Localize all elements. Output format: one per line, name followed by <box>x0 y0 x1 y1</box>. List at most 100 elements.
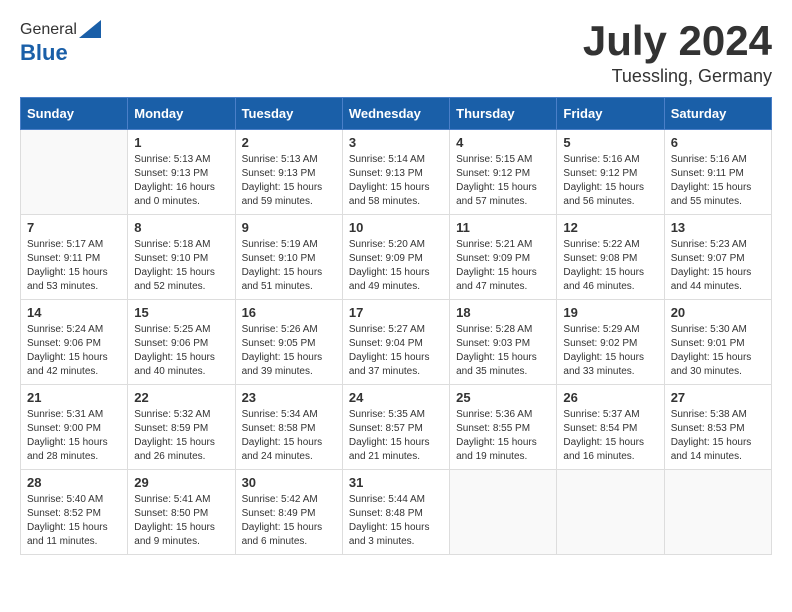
calendar-cell: 16 Sunrise: 5:26 AM Sunset: 9:05 PM Dayli… <box>235 300 342 385</box>
day-number: 30 <box>242 475 336 490</box>
calendar-cell <box>557 470 664 555</box>
calendar-cell: 6 Sunrise: 5:16 AM Sunset: 9:11 PM Daylig… <box>664 130 771 215</box>
day-number: 2 <box>242 135 336 150</box>
day-number: 4 <box>456 135 550 150</box>
logo: General Blue <box>20 20 101 66</box>
day-number: 29 <box>134 475 228 490</box>
day-info: Sunrise: 5:42 AM Sunset: 8:49 PM Dayligh… <box>242 493 336 549</box>
calendar-cell: 7 Sunrise: 5:17 AM Sunset: 9:11 PM Daylig… <box>21 215 128 300</box>
calendar-header-row: Sunday Monday Tuesday Wednesday Thursday… <box>21 98 772 130</box>
calendar-cell: 31 Sunrise: 5:44 AM Sunset: 8:48 PM Dayli… <box>342 470 449 555</box>
col-thursday: Thursday <box>450 98 557 130</box>
header: General Blue July 2024 Tuessling, German… <box>20 20 772 87</box>
day-number: 7 <box>27 220 121 235</box>
day-info: Sunrise: 5:14 AM Sunset: 9:13 PM Dayligh… <box>349 153 443 209</box>
day-info: Sunrise: 5:35 AM Sunset: 8:57 PM Dayligh… <box>349 408 443 464</box>
calendar-cell: 27 Sunrise: 5:38 AM Sunset: 8:53 PM Dayli… <box>664 385 771 470</box>
day-info: Sunrise: 5:19 AM Sunset: 9:10 PM Dayligh… <box>242 238 336 294</box>
day-info: Sunrise: 5:24 AM Sunset: 9:06 PM Dayligh… <box>27 323 121 379</box>
day-number: 12 <box>563 220 657 235</box>
day-info: Sunrise: 5:16 AM Sunset: 9:11 PM Dayligh… <box>671 153 765 209</box>
day-info: Sunrise: 5:16 AM Sunset: 9:12 PM Dayligh… <box>563 153 657 209</box>
day-number: 11 <box>456 220 550 235</box>
calendar-cell: 17 Sunrise: 5:27 AM Sunset: 9:04 PM Dayli… <box>342 300 449 385</box>
calendar-cell: 15Sunrise: 5:25 AM Sunset: 9:06 PM Dayli… <box>128 300 235 385</box>
day-number: 8 <box>134 220 228 235</box>
day-number: 14 <box>27 305 121 320</box>
calendar-cell: 24 Sunrise: 5:35 AM Sunset: 8:57 PM Dayli… <box>342 385 449 470</box>
calendar-cell: 1 Sunrise: 5:13 AM Sunset: 9:13 PM Daylig… <box>128 130 235 215</box>
day-number: 24 <box>349 390 443 405</box>
day-info: Sunrise: 5:38 AM Sunset: 8:53 PM Dayligh… <box>671 408 765 464</box>
day-info: Sunrise: 5:22 AM Sunset: 9:08 PM Dayligh… <box>563 238 657 294</box>
day-info: Sunrise: 5:41 AM Sunset: 8:50 PM Dayligh… <box>134 493 228 549</box>
logo-general-text: General <box>20 21 77 39</box>
month-year: July 2024 <box>583 20 772 62</box>
calendar-cell <box>21 130 128 215</box>
week-row-4: 28 Sunrise: 5:40 AM Sunset: 8:52 PM Dayli… <box>21 470 772 555</box>
col-saturday: Saturday <box>664 98 771 130</box>
day-number: 28 <box>27 475 121 490</box>
day-number: 17 <box>349 305 443 320</box>
calendar-cell <box>450 470 557 555</box>
day-number: 9 <box>242 220 336 235</box>
calendar-cell: 9 Sunrise: 5:19 AM Sunset: 9:10 PM Daylig… <box>235 215 342 300</box>
day-info: Sunrise: 5:40 AM Sunset: 8:52 PM Dayligh… <box>27 493 121 549</box>
day-info: Sunrise: 5:44 AM Sunset: 8:48 PM Dayligh… <box>349 493 443 549</box>
calendar-cell: 23 Sunrise: 5:34 AM Sunset: 8:58 PM Dayli… <box>235 385 342 470</box>
day-info: Sunrise: 5:29 AM Sunset: 9:02 PM Dayligh… <box>563 323 657 379</box>
calendar-cell: 18Sunrise: 5:28 AM Sunset: 9:03 PM Dayli… <box>450 300 557 385</box>
day-number: 19 <box>563 305 657 320</box>
title-section: July 2024 Tuessling, Germany <box>583 20 772 87</box>
day-info: Sunrise: 5:36 AM Sunset: 8:55 PM Dayligh… <box>456 408 550 464</box>
day-number: 6 <box>671 135 765 150</box>
week-row-2: 14 Sunrise: 5:24 AM Sunset: 9:06 PM Dayli… <box>21 300 772 385</box>
calendar-cell: 3 Sunrise: 5:14 AM Sunset: 9:13 PM Daylig… <box>342 130 449 215</box>
day-number: 25 <box>456 390 550 405</box>
week-row-1: 7 Sunrise: 5:17 AM Sunset: 9:11 PM Daylig… <box>21 215 772 300</box>
day-number: 16 <box>242 305 336 320</box>
logo-icon <box>79 20 101 40</box>
day-info: Sunrise: 5:15 AM Sunset: 9:12 PM Dayligh… <box>456 153 550 209</box>
calendar-cell <box>664 470 771 555</box>
calendar-cell: 10Sunrise: 5:20 AM Sunset: 9:09 PM Dayli… <box>342 215 449 300</box>
day-info: Sunrise: 5:21 AM Sunset: 9:09 PM Dayligh… <box>456 238 550 294</box>
day-number: 23 <box>242 390 336 405</box>
day-info: Sunrise: 5:31 AM Sunset: 9:00 PM Dayligh… <box>27 408 121 464</box>
day-info: Sunrise: 5:34 AM Sunset: 8:58 PM Dayligh… <box>242 408 336 464</box>
day-number: 20 <box>671 305 765 320</box>
day-number: 3 <box>349 135 443 150</box>
calendar-cell: 8 Sunrise: 5:18 AM Sunset: 9:10 PM Daylig… <box>128 215 235 300</box>
calendar-cell: 22Sunrise: 5:32 AM Sunset: 8:59 PM Dayli… <box>128 385 235 470</box>
calendar: Sunday Monday Tuesday Wednesday Thursday… <box>20 97 772 555</box>
calendar-cell: 20 Sunrise: 5:30 AM Sunset: 9:01 PM Dayli… <box>664 300 771 385</box>
calendar-cell: 13Sunrise: 5:23 AM Sunset: 9:07 PM Dayli… <box>664 215 771 300</box>
day-info: Sunrise: 5:23 AM Sunset: 9:07 PM Dayligh… <box>671 238 765 294</box>
day-info: Sunrise: 5:26 AM Sunset: 9:05 PM Dayligh… <box>242 323 336 379</box>
day-info: Sunrise: 5:13 AM Sunset: 9:13 PM Dayligh… <box>134 153 228 209</box>
calendar-cell: 12 Sunrise: 5:22 AM Sunset: 9:08 PM Dayli… <box>557 215 664 300</box>
day-number: 15 <box>134 305 228 320</box>
col-sunday: Sunday <box>21 98 128 130</box>
day-number: 5 <box>563 135 657 150</box>
logo-blue-text: Blue <box>20 40 68 66</box>
week-row-0: 1 Sunrise: 5:13 AM Sunset: 9:13 PM Daylig… <box>21 130 772 215</box>
day-number: 21 <box>27 390 121 405</box>
day-info: Sunrise: 5:18 AM Sunset: 9:10 PM Dayligh… <box>134 238 228 294</box>
day-info: Sunrise: 5:30 AM Sunset: 9:01 PM Dayligh… <box>671 323 765 379</box>
day-number: 31 <box>349 475 443 490</box>
location: Tuessling, Germany <box>583 66 772 87</box>
day-number: 27 <box>671 390 765 405</box>
day-number: 22 <box>134 390 228 405</box>
week-row-3: 21 Sunrise: 5:31 AM Sunset: 9:00 PM Dayli… <box>21 385 772 470</box>
day-number: 26 <box>563 390 657 405</box>
col-friday: Friday <box>557 98 664 130</box>
calendar-cell: 29 Sunrise: 5:41 AM Sunset: 8:50 PM Dayli… <box>128 470 235 555</box>
day-info: Sunrise: 5:27 AM Sunset: 9:04 PM Dayligh… <box>349 323 443 379</box>
day-number: 1 <box>134 135 228 150</box>
day-info: Sunrise: 5:17 AM Sunset: 9:11 PM Dayligh… <box>27 238 121 294</box>
calendar-cell: 14 Sunrise: 5:24 AM Sunset: 9:06 PM Dayli… <box>21 300 128 385</box>
day-number: 18 <box>456 305 550 320</box>
day-info: Sunrise: 5:37 AM Sunset: 8:54 PM Dayligh… <box>563 408 657 464</box>
calendar-cell: 19 Sunrise: 5:29 AM Sunset: 9:02 PM Dayli… <box>557 300 664 385</box>
